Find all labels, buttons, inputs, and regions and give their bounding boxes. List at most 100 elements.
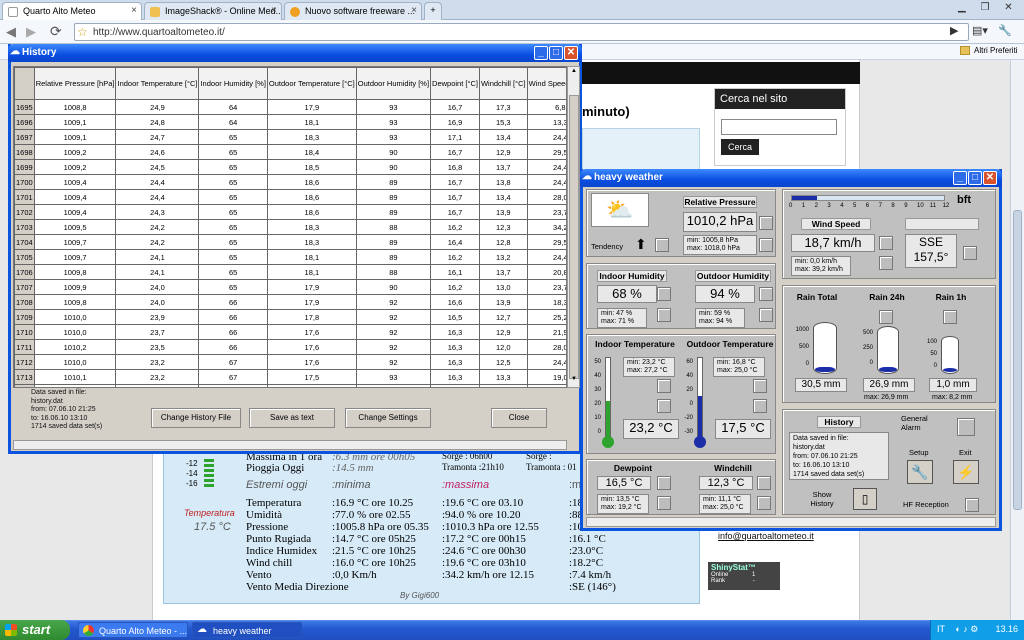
alarm-toggle[interactable]	[655, 238, 669, 252]
search-input[interactable]	[721, 119, 837, 135]
other-bookmarks[interactable]: Altri Preferiti	[974, 46, 1018, 55]
alarm-toggle[interactable]	[963, 246, 977, 260]
scrollbar-thumb[interactable]	[569, 95, 579, 379]
back-icon[interactable]: ◀	[6, 24, 16, 40]
close-button[interactable]: ✕	[983, 171, 997, 185]
scroll-up-icon[interactable]: ▲	[569, 68, 579, 78]
minimize-button[interactable]: _	[953, 171, 967, 185]
table-row[interactable]: 17041009,724,26518,38916,412,829,5SSE29,…	[14, 234, 566, 250]
table-row[interactable]: 17081009,824,06617,99216,613,918,3S29,01…	[14, 294, 566, 310]
save-as-text-button[interactable]: Save as text	[249, 408, 335, 428]
history-hscroll[interactable]	[13, 440, 567, 450]
table-vscroll[interactable]: ▲ ▼	[567, 66, 580, 388]
pressure-panel: ⛅ Tendency ⬆ Relative Pressure 1010,2 hP…	[586, 189, 776, 257]
alarm-toggle[interactable]	[759, 216, 773, 230]
maximize-button[interactable]: □	[549, 46, 563, 60]
column-header[interactable]: Indoor Temperature [°C]	[115, 67, 200, 100]
alarm-toggle[interactable]	[943, 310, 957, 324]
scrollbar-thumb[interactable]	[1013, 210, 1022, 510]
close-history-button[interactable]: Close	[491, 408, 547, 428]
column-header[interactable]: Outdoor Temperature [°C]	[266, 67, 357, 100]
show-history-button[interactable]: ▯	[853, 488, 877, 510]
table-row[interactable]: 17131010,123,26717,59316,313,319,0SE29,5…	[14, 369, 566, 385]
alarm-toggle[interactable]	[657, 476, 671, 490]
alarm-toggle[interactable]	[657, 287, 671, 301]
tab-quarto-alto-meteo[interactable]: Quarto Alto Meteo ×	[2, 2, 142, 20]
alarm-toggle[interactable]	[879, 236, 893, 250]
maximize-button[interactable]: □	[968, 171, 982, 185]
shinystat-badge[interactable]: ShinyStat™ Online 1 Rank -	[708, 562, 780, 590]
alarm-toggle[interactable]	[757, 496, 771, 510]
wrench-icon[interactable]: 🔧	[998, 24, 1012, 37]
table-row[interactable]: 16961009,124,86418,19316,915,313,3SE29,0…	[14, 114, 566, 130]
table-row[interactable]: 17091010,023,96617,89216,512,725,2SSE29,…	[14, 309, 566, 325]
table-row[interactable]: 17071009,924,06517,99016,213,023,7SSE29,…	[14, 279, 566, 295]
alarm-toggle[interactable]	[757, 476, 771, 490]
page-scrollbar[interactable]	[1010, 60, 1024, 620]
change-history-file-button[interactable]: Change History File	[151, 408, 241, 428]
table-row[interactable]: 17101010,023,76617,69216,312,921,9SE29,0…	[14, 324, 566, 340]
table-row[interactable]: 17031009,524,26518,38816,212,334,2SSE29,…	[14, 219, 566, 235]
url-bar[interactable]: ☆ http://www.quartoaltometeo.it/	[74, 23, 969, 41]
change-settings-button[interactable]: Change Settings	[345, 408, 431, 428]
wrench-icon[interactable]: 🔧	[907, 460, 933, 484]
alarm-toggle[interactable]	[759, 238, 773, 252]
alarm-toggle[interactable]	[657, 308, 671, 322]
scroll-down-icon[interactable]: ▼	[569, 376, 579, 386]
email-link[interactable]: info@quartoaltometeo.it	[718, 531, 814, 541]
reload-icon[interactable]: ⟳	[50, 23, 62, 40]
close-icon[interactable]: ×	[271, 5, 277, 16]
close-icon[interactable]: ×	[411, 5, 417, 16]
page-menu-icon[interactable]: ▤▾	[972, 24, 988, 37]
column-header[interactable]: Wind Speed [km/h]	[526, 67, 566, 100]
close-button[interactable]: ✕	[564, 46, 578, 60]
alarm-toggle[interactable]	[753, 399, 767, 413]
column-header[interactable]: Dewpoint [°C]	[430, 67, 480, 100]
table-cell: 89	[355, 189, 432, 205]
tab-label: Nuovo software freeware ...	[305, 6, 416, 16]
alarm-toggle[interactable]	[657, 399, 671, 413]
table-row[interactable]: 16951008,824,96417,99316,717,36,8SE29,01…	[14, 99, 566, 115]
table-row[interactable]: 17141010,223,26817,69416,613,817,2SSE29,…	[14, 384, 566, 387]
alarm-toggle[interactable]	[753, 379, 767, 393]
table-row[interactable]: 17121010,023,26717,69216,312,524,4SSE29,…	[14, 354, 566, 370]
table-row[interactable]: 17021009,424,36518,68916,713,923,7ESE29,…	[14, 204, 566, 220]
table-row[interactable]: 16991009,224,56518,59016,813,724,4SSE29,…	[14, 159, 566, 175]
alarm-toggle[interactable]	[879, 256, 893, 270]
table-row[interactable]: 17061009,824,16518,18816,113,720,8SE29,0…	[14, 264, 566, 280]
table-row[interactable]: 17051009,724,16518,18916,213,224,4SSE29,…	[14, 249, 566, 265]
tray-icons[interactable]: ◐ ♪ ⚙	[955, 624, 978, 634]
taskbar-item-browser[interactable]: Quarto Alto Meteo - ...	[78, 622, 188, 638]
table-row[interactable]: 16981009,224,66518,49016,712,929,5SSE29,…	[14, 144, 566, 160]
alarm-toggle[interactable]	[657, 379, 671, 393]
heavy-hscroll[interactable]	[586, 517, 996, 527]
start-button[interactable]: start	[0, 620, 70, 640]
star-icon[interactable]: ☆	[77, 25, 88, 39]
column-header[interactable]: Outdoor Humidity [%]	[355, 67, 432, 100]
alarm-toggle[interactable]	[759, 308, 773, 322]
alarm-toggle[interactable]	[759, 287, 773, 301]
exit-icon[interactable]: ⚡	[953, 460, 979, 484]
column-header[interactable]: Windchill [°C]	[478, 67, 528, 100]
table-row[interactable]: 17011009,424,46518,68916,713,428,0SSE29,…	[14, 189, 566, 205]
language-indicator[interactable]: IT	[937, 624, 945, 634]
table-row[interactable]: 16971009,124,76518,39317,113,424,4SSE29,…	[14, 129, 566, 145]
go-icon[interactable]: ▶	[950, 24, 958, 37]
table-row[interactable]: 17001009,424,46518,68916,713,824,4ESE29,…	[14, 174, 566, 190]
close-icon[interactable]: ×	[131, 5, 137, 16]
window-controls[interactable]: ▁ ❐ ✕	[958, 2, 1019, 13]
general-alarm-toggle[interactable]	[957, 418, 975, 436]
table-row[interactable]: 17111010,223,56617,69216,312,028,0SE29,0…	[14, 339, 566, 355]
new-tab-button[interactable]: +	[424, 2, 442, 20]
tab-nuovo-software[interactable]: Nuovo software freeware ... ×	[284, 2, 422, 20]
table-cell: 24,4	[526, 129, 566, 145]
search-button[interactable]: Cerca	[721, 139, 759, 155]
minimize-button[interactable]: _	[534, 46, 548, 60]
taskbar-item-heavy-weather[interactable]: ☁ heavy weather	[192, 622, 302, 638]
column-header[interactable]: Indoor Humidity [%]	[198, 67, 268, 100]
forward-icon[interactable]: ▶	[26, 24, 36, 40]
tab-imageshack[interactable]: ImageShack® - Online Med... ×	[144, 2, 282, 20]
alarm-toggle[interactable]	[879, 310, 893, 324]
column-header[interactable]: Relative Pressure [hPa]	[33, 67, 117, 100]
alarm-toggle[interactable]	[657, 496, 671, 510]
